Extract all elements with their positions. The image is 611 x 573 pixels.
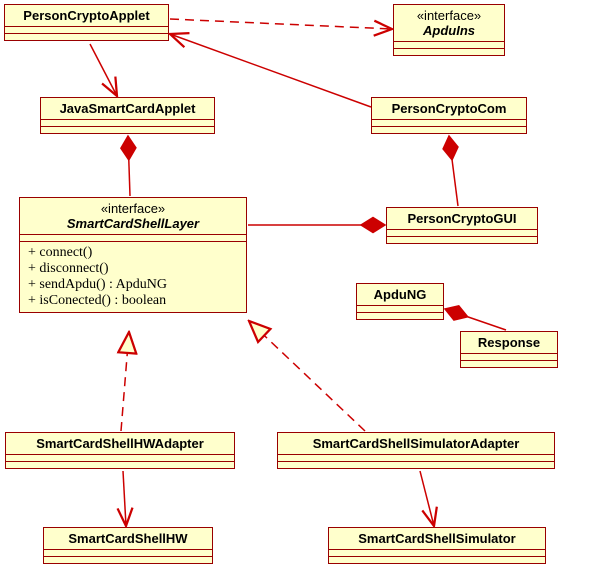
class-title: SmartCardShellSimulatorAdapter [278, 433, 554, 455]
class-title: SmartCardShellLayer [20, 216, 246, 235]
stereotype-label: «interface» [20, 198, 246, 216]
class-ops [461, 361, 557, 367]
class-ops [44, 557, 212, 563]
op-connect: + connect() [28, 245, 238, 261]
class-attrs [6, 455, 234, 462]
class-person-crypto-applet[interactable]: PersonCryptoApplet [4, 4, 169, 41]
class-response[interactable]: Response [460, 331, 558, 368]
class-attrs [372, 120, 526, 127]
class-title: JavaSmartCardApplet [41, 98, 214, 120]
class-title: ApduNG [357, 284, 443, 306]
class-java-smart-card-applet[interactable]: JavaSmartCardApplet [40, 97, 215, 134]
class-attrs [20, 235, 246, 242]
class-apdu-ng[interactable]: ApduNG [356, 283, 444, 320]
class-ops [6, 462, 234, 468]
class-title: SmartCardShellSimulator [329, 528, 545, 550]
class-attrs [461, 354, 557, 361]
class-title: ApduIns [394, 23, 504, 42]
interface-apdu-ins[interactable]: «interface» ApduIns [393, 4, 505, 56]
class-title: PersonCryptoGUI [387, 208, 537, 230]
class-attrs [357, 306, 443, 313]
class-attrs [44, 550, 212, 557]
op-disconnect: + disconnect() [28, 261, 238, 277]
op-send-apdu: + sendApdu() : ApduNG [28, 277, 238, 293]
class-smart-card-shell-hw[interactable]: SmartCardShellHW [43, 527, 213, 564]
class-attrs [394, 42, 504, 49]
class-ops [357, 313, 443, 319]
class-ops [394, 49, 504, 55]
class-person-crypto-com[interactable]: PersonCryptoCom [371, 97, 527, 134]
class-title: SmartCardShellHW [44, 528, 212, 550]
class-ops [387, 237, 537, 243]
class-title: PersonCryptoCom [372, 98, 526, 120]
class-attrs [5, 27, 168, 34]
class-title: SmartCardShellHWAdapter [6, 433, 234, 455]
class-smart-card-shell-hw-adapter[interactable]: SmartCardShellHWAdapter [5, 432, 235, 469]
class-attrs [329, 550, 545, 557]
class-ops [278, 462, 554, 468]
stereotype-label: «interface» [394, 5, 504, 23]
class-ops [5, 34, 168, 40]
class-ops [41, 127, 214, 133]
class-attrs [387, 230, 537, 237]
op-is-connected: + isConected() : boolean [28, 293, 238, 309]
class-title: Response [461, 332, 557, 354]
class-attrs [278, 455, 554, 462]
class-ops: + connect() + disconnect() + sendApdu() … [20, 242, 246, 312]
class-person-crypto-gui[interactable]: PersonCryptoGUI [386, 207, 538, 244]
class-ops [372, 127, 526, 133]
class-title: PersonCryptoApplet [5, 5, 168, 27]
class-ops [329, 557, 545, 563]
class-smart-card-shell-simulator-adapter[interactable]: SmartCardShellSimulatorAdapter [277, 432, 555, 469]
class-attrs [41, 120, 214, 127]
interface-smart-card-shell-layer[interactable]: «interface» SmartCardShellLayer + connec… [19, 197, 247, 313]
class-smart-card-shell-simulator[interactable]: SmartCardShellSimulator [328, 527, 546, 564]
